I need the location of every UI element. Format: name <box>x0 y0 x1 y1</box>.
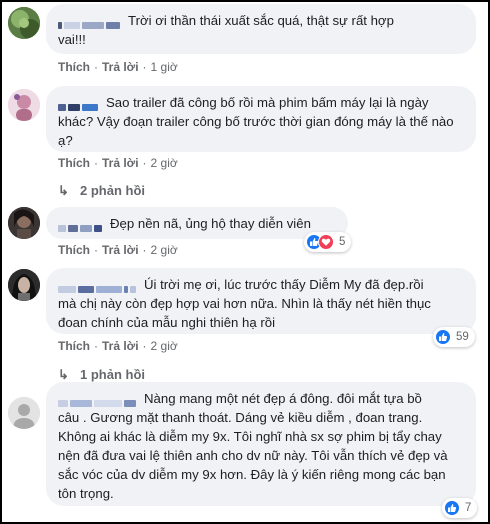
replies-count: 1 phản hồi <box>80 367 145 382</box>
comment-text-line: vai!!! <box>58 32 86 47</box>
reaction-count: 59 <box>456 331 469 343</box>
comment-text-line: sắc vóc của dv diễm my 9x hơn. Đây là ý … <box>58 467 446 482</box>
comment-text-line: Trời ơi thần thái xuất sắc quá, thật sự … <box>128 13 394 28</box>
comment-bubble: Úi trời mẹ ơi, lúc trước thấy Diễm My đã… <box>46 268 476 334</box>
avatar[interactable] <box>8 207 40 239</box>
view-replies-link[interactable]: ↳ 1 phản hồi <box>58 366 145 383</box>
comment-text-line: Sao trailer đã công bố rồi mà phim bấm m… <box>106 95 429 110</box>
comment-text-line: mà chị này còn đẹp hợp vai hơn nữa. Nhìn… <box>58 296 431 311</box>
comment-bubble: Trời ơi thần thái xuất sắc quá, thật sự … <box>46 4 476 54</box>
blurred-author-name[interactable] <box>58 15 122 30</box>
comment-text-line: câu . Gương mặt thanh thoát. Dáng vẻ kiề… <box>58 410 423 425</box>
love-icon <box>318 234 334 250</box>
like-button[interactable]: Thích <box>58 60 90 74</box>
reaction-summary[interactable]: 5 <box>304 232 352 252</box>
separator: · <box>142 156 147 170</box>
reaction-count: 5 <box>339 236 346 248</box>
reply-button[interactable]: Trả lời <box>102 339 139 353</box>
comment-bubble: Sao trailer đã công bố rồi mà phim bấm m… <box>46 86 476 152</box>
blurred-author-name[interactable] <box>58 279 138 294</box>
separator: · <box>94 156 98 170</box>
blurred-author-name[interactable] <box>58 393 138 408</box>
separator: · <box>94 60 98 74</box>
separator: · <box>94 339 98 353</box>
reply-button[interactable]: Trả lời <box>102 156 139 170</box>
comment-text-line: Úi trời mẹ ơi, lúc trước thấy Diễm My đã… <box>144 277 424 292</box>
timestamp[interactable]: 2 giờ <box>151 156 178 170</box>
comment-text-line: Không ai khác là diễm my 9x. Tôi nghĩ nh… <box>58 429 442 444</box>
like-icon <box>444 500 460 516</box>
separator: · <box>142 243 147 257</box>
like-button[interactable]: Thích <box>58 339 90 353</box>
blurred-author-name[interactable] <box>58 218 104 233</box>
comment-text-line: Đẹp nền nã, ủng hộ thay diễn viên <box>110 216 311 231</box>
reply-button[interactable]: Trả lời <box>102 243 139 257</box>
comment-text-line: Nàng mang một nét đẹp á đông. đôi mắt tự… <box>144 391 422 406</box>
timestamp[interactable]: 2 giờ <box>151 243 178 257</box>
replies-count: 2 phản hồi <box>80 183 145 198</box>
view-replies-link[interactable]: ↳ 2 phản hồi <box>58 182 145 199</box>
reply-button[interactable]: Trả lời <box>102 60 139 74</box>
comment-text-line: ạ? <box>58 133 73 148</box>
separator: · <box>142 60 147 74</box>
separator: · <box>94 243 98 257</box>
timestamp[interactable]: 1 giờ <box>151 60 178 74</box>
like-button[interactable]: Thích <box>58 243 90 257</box>
reply-arrow-icon: ↳ <box>58 367 69 382</box>
comment-text-line: nện đã đưa vai lệ thiên anh cho dv nữ nà… <box>58 448 448 463</box>
avatar[interactable] <box>8 397 40 429</box>
timestamp[interactable]: 2 giờ <box>151 339 178 353</box>
blurred-author-name[interactable] <box>58 97 100 112</box>
reaction-count: 7 <box>465 502 472 514</box>
avatar[interactable] <box>8 89 40 121</box>
reply-arrow-icon: ↳ <box>58 183 69 198</box>
reaction-summary[interactable]: 7 <box>442 498 478 518</box>
comment-text-line: tôn trọng. <box>58 486 114 501</box>
comment-bubble: Nàng mang một nét đẹp á đông. đôi mắt tự… <box>46 382 476 506</box>
avatar[interactable] <box>8 7 40 39</box>
like-button[interactable]: Thích <box>58 156 90 170</box>
separator: · <box>142 339 147 353</box>
comment-bubble: Đẹp nền nã, ủng hộ thay diễn viên <box>46 207 348 239</box>
like-icon <box>435 329 451 345</box>
comment-thread-panel: Trời ơi thần thái xuất sắc quá, thật sự … <box>0 0 490 524</box>
comment-text-line: khác? Vậy đoạn trailer công bố trước thờ… <box>58 114 454 129</box>
comment-text-line: đoan chính của mẫu nghi thiên hạ rồi <box>58 315 276 330</box>
avatar[interactable] <box>8 269 40 301</box>
reaction-summary[interactable]: 59 <box>433 327 475 347</box>
